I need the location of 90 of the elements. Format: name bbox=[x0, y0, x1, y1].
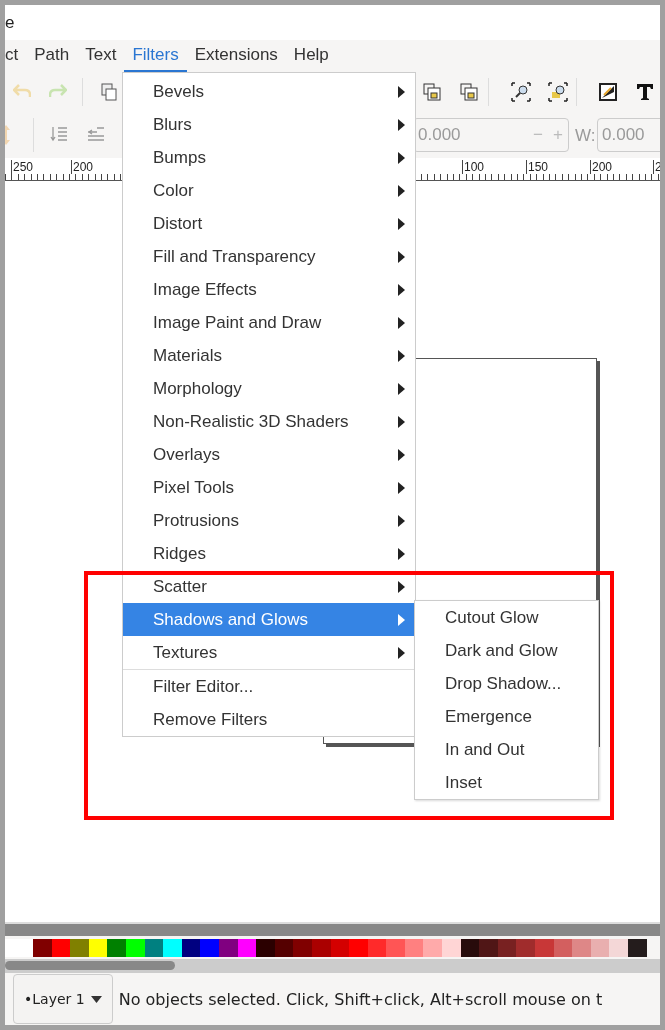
submenu-arrow-icon bbox=[398, 151, 405, 164]
submenu-arrow-icon bbox=[398, 415, 405, 428]
color-swatch[interactable] bbox=[70, 939, 89, 957]
menu-item[interactable]: Shadows and Glows bbox=[123, 603, 415, 636]
submenu-arrow-icon bbox=[398, 316, 405, 329]
color-swatch[interactable] bbox=[163, 939, 182, 957]
color-swatch[interactable] bbox=[609, 939, 628, 957]
submenu-arrow-icon bbox=[398, 547, 405, 560]
ruler-label: 150 bbox=[526, 160, 550, 174]
pen-icon[interactable] bbox=[599, 83, 617, 101]
menu-item[interactable]: Scatter bbox=[123, 570, 415, 603]
menu-item[interactable]: Textures bbox=[123, 636, 415, 669]
undo-icon[interactable] bbox=[13, 84, 31, 98]
duplicate-icon[interactable] bbox=[101, 83, 117, 101]
scrollbar[interactable] bbox=[5, 922, 660, 936]
text-tool-icon[interactable] bbox=[636, 83, 654, 101]
submenu-arrow-icon bbox=[398, 118, 405, 131]
submenu-arrow-icon bbox=[398, 382, 405, 395]
menu-item[interactable]: Protrusions bbox=[123, 504, 415, 537]
menu-item[interactable]: Blurs bbox=[123, 108, 415, 141]
color-swatch[interactable] bbox=[200, 939, 219, 957]
submenu-arrow-icon bbox=[398, 514, 405, 527]
color-swatch[interactable] bbox=[256, 939, 275, 957]
zoom-drawing-icon[interactable] bbox=[548, 82, 568, 102]
scrollbar-thumb[interactable] bbox=[5, 961, 175, 970]
menu-item[interactable]: Image Paint and Draw bbox=[123, 306, 415, 339]
width-label: W: bbox=[575, 126, 596, 146]
color-swatch[interactable] bbox=[293, 939, 312, 957]
zoom-selection-icon[interactable] bbox=[511, 82, 531, 102]
menu-item[interactable]: Distort bbox=[123, 207, 415, 240]
submenu-arrow-icon bbox=[398, 85, 405, 98]
window-title: e bbox=[5, 12, 15, 33]
menu-item[interactable]: ct bbox=[5, 40, 27, 72]
submenu-arrow-icon bbox=[398, 217, 405, 230]
menu-item[interactable]: Extensions bbox=[186, 40, 286, 72]
lower-icon[interactable] bbox=[50, 126, 68, 142]
menu-item[interactable]: Help bbox=[285, 40, 337, 72]
layer-dropdown[interactable]: •Layer 1 bbox=[13, 974, 113, 1024]
menu-item[interactable]: Inset bbox=[415, 766, 598, 799]
menu-item[interactable]: Materials bbox=[123, 339, 415, 372]
raise-icon[interactable] bbox=[87, 126, 105, 142]
submenu-arrow-icon bbox=[398, 613, 405, 626]
color-swatch[interactable] bbox=[386, 939, 405, 957]
menu-item[interactable]: Bevels bbox=[123, 75, 415, 108]
menu-item[interactable]: Filter Editor... bbox=[123, 670, 415, 703]
menu-item[interactable]: In and Out bbox=[415, 733, 598, 766]
submenu-arrow-icon bbox=[398, 646, 405, 659]
ruler-label: 200 bbox=[71, 160, 95, 174]
menu-item[interactable]: Ridges bbox=[123, 537, 415, 570]
submenu-arrow-icon bbox=[398, 250, 405, 263]
redo-icon[interactable] bbox=[49, 84, 67, 98]
submenu-arrow-icon bbox=[398, 349, 405, 362]
menu-item[interactable]: Remove Filters bbox=[123, 703, 415, 736]
submenu-arrow-icon bbox=[398, 481, 405, 494]
caret-icon bbox=[90, 995, 102, 1003]
color-swatch[interactable] bbox=[535, 939, 554, 957]
menu-item[interactable]: Dark and Glow bbox=[415, 634, 598, 667]
menu-item[interactable]: Drop Shadow... bbox=[415, 667, 598, 700]
color-swatch[interactable] bbox=[349, 939, 368, 957]
color-swatch[interactable] bbox=[5, 939, 33, 957]
menu-item[interactable]: Morphology bbox=[123, 372, 415, 405]
color-swatch[interactable] bbox=[516, 939, 536, 957]
menu-item[interactable]: Text bbox=[77, 40, 125, 72]
ruler-label: 200 bbox=[590, 160, 614, 174]
menu-item[interactable]: Fill and Transparency bbox=[123, 240, 415, 273]
color-swatch[interactable] bbox=[479, 939, 498, 957]
menu-item[interactable]: Cutout Glow bbox=[415, 601, 598, 634]
color-swatch[interactable] bbox=[423, 939, 443, 957]
menu-item[interactable]: Pixel Tools bbox=[123, 471, 415, 504]
menu-item[interactable]: Color bbox=[123, 174, 415, 207]
submenu-arrow-icon bbox=[398, 184, 405, 197]
status-message: No objects selected. Click, Shift+click, Alt+scroll mouse on t bbox=[118, 989, 603, 1009]
submenu-arrow-icon bbox=[398, 283, 405, 296]
color-swatch[interactable] bbox=[628, 939, 647, 957]
color-swatch[interactable] bbox=[442, 939, 461, 957]
menu-item[interactable]: Non-Realistic 3D Shaders bbox=[123, 405, 415, 438]
submenu-arrow-icon bbox=[398, 580, 405, 593]
menu-item[interactable]: Path bbox=[26, 40, 78, 72]
ruler-label: 250 bbox=[11, 160, 35, 174]
color-swatch[interactable] bbox=[107, 939, 126, 957]
menu-item[interactable]: Overlays bbox=[123, 438, 415, 471]
ruler-label: 100 bbox=[462, 160, 486, 174]
menu-item[interactable]: Bumps bbox=[123, 141, 415, 174]
menu-item[interactable]: Emergence bbox=[415, 700, 598, 733]
color-swatch[interactable] bbox=[572, 939, 591, 957]
lock-icon[interactable] bbox=[423, 83, 441, 101]
color-swatch[interactable] bbox=[33, 939, 52, 957]
menu-item[interactable]: Image Effects bbox=[123, 273, 415, 306]
lock-icon[interactable] bbox=[460, 83, 478, 101]
submenu-arrow-icon bbox=[398, 448, 405, 461]
